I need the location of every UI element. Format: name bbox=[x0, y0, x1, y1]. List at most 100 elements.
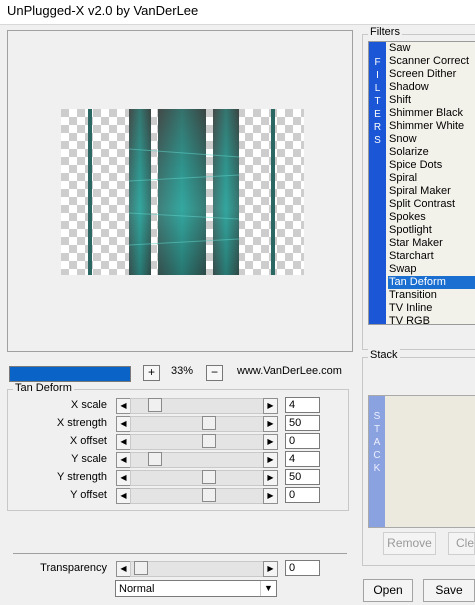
filter-list-item[interactable]: Spokes bbox=[388, 211, 475, 224]
param-right-arrow[interactable]: ▶ bbox=[263, 488, 278, 504]
filter-list-item[interactable]: Swap bbox=[388, 263, 475, 276]
filter-list-item[interactable]: Shimmer White bbox=[388, 120, 475, 133]
zoom-in-button[interactable]: + bbox=[143, 365, 160, 381]
param-slider-thumb[interactable] bbox=[148, 452, 162, 466]
param-value-field[interactable]: 0 bbox=[285, 433, 320, 449]
clear-button[interactable]: Cle bbox=[448, 532, 475, 555]
filter-list-item[interactable]: Spiral bbox=[388, 172, 475, 185]
title-bar: UnPlugged-X v2.0 by VanDerLee bbox=[0, 0, 475, 24]
filter-list-item[interactable]: Shimmer Black bbox=[388, 107, 475, 120]
filters-band-letter: R bbox=[373, 122, 382, 133]
filters-band-letter: T bbox=[374, 96, 381, 107]
filter-list-item[interactable]: TV RGB bbox=[388, 315, 475, 324]
filter-items: Saw Scanner Correct Screen Dither Shadow Shi… bbox=[388, 42, 475, 324]
param-value-field[interactable]: 0 bbox=[285, 487, 320, 503]
param-right-arrow[interactable]: ▶ bbox=[263, 470, 278, 486]
arrow-left-icon: ◀ bbox=[120, 491, 127, 500]
param-value-field[interactable]: 4 bbox=[285, 451, 320, 467]
param-left-arrow[interactable]: ◀ bbox=[116, 470, 131, 486]
filter-list-item[interactable]: Spiral Maker bbox=[388, 185, 475, 198]
param-label: Y scale bbox=[71, 453, 107, 465]
filter-list-item[interactable]: Spice Dots bbox=[388, 159, 475, 172]
param-left-arrow[interactable]: ◀ bbox=[116, 398, 131, 414]
window-title: UnPlugged-X v2.0 by VanDerLee bbox=[7, 3, 199, 18]
filter-list-item[interactable]: Shift bbox=[388, 94, 475, 107]
param-left-arrow[interactable]: ◀ bbox=[116, 434, 131, 450]
param-slider-thumb[interactable] bbox=[202, 434, 216, 448]
filter-list-item[interactable]: Starchart bbox=[388, 250, 475, 263]
progress-bar bbox=[9, 366, 131, 382]
filters-band: FILTERS bbox=[369, 42, 386, 324]
arrow-left-icon: ◀ bbox=[120, 455, 127, 464]
stack-band-letter: T bbox=[373, 424, 381, 435]
arrow-right-icon: ▶ bbox=[267, 473, 274, 482]
param-left-arrow[interactable]: ◀ bbox=[116, 488, 131, 504]
param-value-field[interactable]: 50 bbox=[285, 415, 320, 431]
param-slider[interactable] bbox=[130, 452, 264, 468]
filter-list-item[interactable]: Scanner Correct bbox=[388, 55, 475, 68]
params-group-label: Tan Deform bbox=[13, 382, 74, 394]
transparency-divider bbox=[13, 553, 347, 554]
zoom-out-button[interactable]: − bbox=[206, 365, 223, 381]
param-slider-thumb[interactable] bbox=[202, 488, 216, 502]
param-slider-thumb[interactable] bbox=[202, 416, 216, 430]
filter-list-item[interactable]: Tan Deform bbox=[388, 276, 475, 289]
param-slider[interactable] bbox=[130, 416, 264, 432]
filter-list-item[interactable]: TV Inline bbox=[388, 302, 475, 315]
progress-fill bbox=[10, 367, 130, 381]
param-label: X strength bbox=[56, 417, 107, 429]
filters-band-letter: I bbox=[376, 70, 379, 81]
filter-list-item[interactable]: Saw bbox=[388, 42, 475, 55]
filter-list[interactable]: FILTERS Saw Scanner Correct Screen Dither S… bbox=[368, 41, 475, 325]
transparency-slider[interactable] bbox=[130, 561, 264, 577]
filter-list-item[interactable]: Spotlight bbox=[388, 224, 475, 237]
zoom-level: 33% bbox=[171, 365, 194, 377]
param-left-arrow[interactable]: ◀ bbox=[116, 416, 131, 432]
param-slider[interactable] bbox=[130, 488, 264, 504]
filter-list-item[interactable]: Transition bbox=[388, 289, 475, 302]
arrow-right-icon: ▶ bbox=[267, 419, 274, 428]
filters-band-letter: S bbox=[374, 135, 381, 146]
param-label: Y strength bbox=[57, 471, 107, 483]
transparency-right-arrow[interactable]: ▶ bbox=[263, 561, 278, 577]
filter-list-item[interactable]: Shadow bbox=[388, 81, 475, 94]
site-link[interactable]: www.VanDerLee.com bbox=[237, 365, 342, 377]
param-right-arrow[interactable]: ▶ bbox=[263, 416, 278, 432]
stack-band-letter: K bbox=[373, 463, 381, 474]
arrow-left-icon: ◀ bbox=[120, 419, 127, 428]
minus-icon: − bbox=[210, 365, 218, 379]
param-left-arrow[interactable]: ◀ bbox=[116, 452, 131, 468]
transparency-left-arrow[interactable]: ◀ bbox=[116, 561, 131, 577]
arrow-right-icon: ▶ bbox=[267, 455, 274, 464]
open-button[interactable]: Open bbox=[363, 579, 413, 602]
filter-list-item[interactable]: Snow bbox=[388, 133, 475, 146]
transparency-thumb[interactable] bbox=[134, 561, 148, 575]
arrow-right-icon: ▶ bbox=[267, 437, 274, 446]
stack-list[interactable]: STACK bbox=[368, 395, 475, 528]
remove-button[interactable]: Remove bbox=[383, 532, 436, 555]
chevron-down-icon: ▼ bbox=[260, 581, 276, 596]
param-value-field[interactable]: 50 bbox=[285, 469, 320, 485]
param-slider-thumb[interactable] bbox=[148, 398, 162, 412]
arrow-left-icon: ◀ bbox=[120, 401, 127, 410]
save-button[interactable]: Save bbox=[423, 579, 475, 602]
param-right-arrow[interactable]: ▶ bbox=[263, 452, 278, 468]
filter-list-item[interactable]: Split Contrast bbox=[388, 198, 475, 211]
param-slider[interactable] bbox=[130, 470, 264, 486]
filter-list-item[interactable]: Solarize bbox=[388, 146, 475, 159]
param-slider-thumb[interactable] bbox=[202, 470, 216, 484]
param-slider[interactable] bbox=[130, 434, 264, 450]
arrow-left-icon: ◀ bbox=[120, 473, 127, 482]
param-label: Y offset bbox=[70, 489, 107, 501]
param-right-arrow[interactable]: ▶ bbox=[263, 434, 278, 450]
filter-list-item[interactable]: Star Maker bbox=[388, 237, 475, 250]
param-right-arrow[interactable]: ▶ bbox=[263, 398, 278, 414]
blend-mode-value: Normal bbox=[119, 583, 155, 595]
blend-mode-select[interactable]: Normal ▼ bbox=[115, 580, 277, 597]
param-slider[interactable] bbox=[130, 398, 264, 414]
param-value-field[interactable]: 4 bbox=[285, 397, 320, 413]
plus-icon: + bbox=[147, 365, 155, 379]
filter-list-item[interactable]: Screen Dither bbox=[388, 68, 475, 81]
transparency-value[interactable]: 0 bbox=[285, 560, 320, 576]
stack-group-label: Stack bbox=[368, 349, 400, 361]
